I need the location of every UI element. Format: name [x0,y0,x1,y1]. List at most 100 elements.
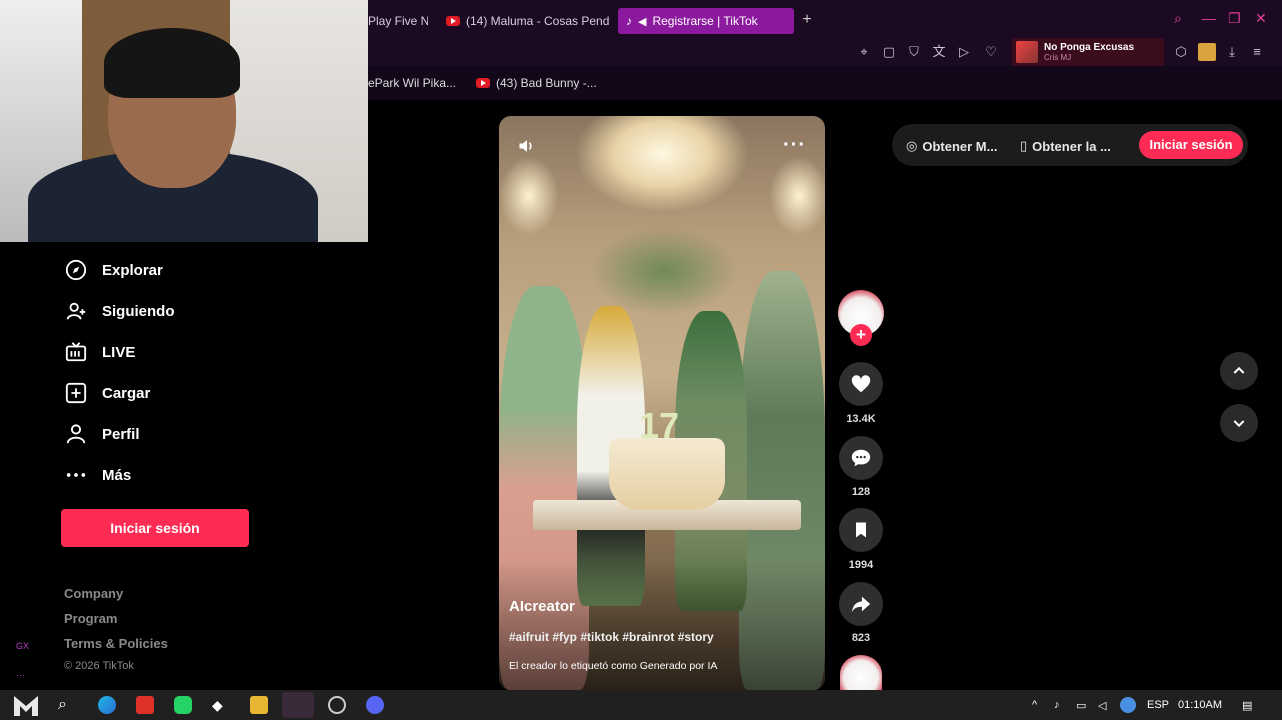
tray-chevron-up-icon[interactable]: ^ [1032,699,1037,711]
profile-avatar-icon[interactable] [1198,43,1216,61]
media-player-widget[interactable]: No Ponga Excusas Cris MJ [1012,38,1164,66]
save-count: 1994 [848,559,874,571]
tab-maluma[interactable]: (14) Maluma - Cosas Pend [438,8,610,34]
tray-app-icon[interactable] [1120,697,1136,713]
video-tree [589,226,739,316]
heart-icon [851,375,871,393]
sidebar-item-label: Explorar [102,261,163,279]
previous-video-button[interactable] [1220,352,1258,390]
tab-label: Play Five N [368,14,428,28]
comment-icon [851,449,871,467]
discord-icon[interactable] [366,696,384,714]
volume-icon[interactable] [517,136,537,156]
speaker-icon: ◀ [638,15,647,28]
sidebar-item-mas[interactable]: Más [64,463,131,487]
screen: Play Five N (14) Maluma - Cosas Pend ♪ ◀… [0,0,1282,720]
sidebar-item-explorar[interactable]: Explorar [64,258,163,282]
footer-company-link[interactable]: Company [64,586,123,601]
sidebar-login-button[interactable]: Iniciar sesión [61,509,249,547]
album-art [1016,41,1038,63]
app-circle-icon[interactable] [328,696,346,714]
sidebar-item-label: Más [102,466,132,484]
download-icon[interactable]: ⤓ [1223,43,1241,61]
translate-icon[interactable]: 文 [930,43,948,61]
heart-icon[interactable]: ♡ [982,43,1000,61]
shield-icon[interactable]: ⛉ [905,43,923,61]
search-icon[interactable]: ⌕ [1174,10,1182,27]
footer-terms-link[interactable]: Terms & Policies [64,636,168,651]
language-indicator[interactable]: ESP [1147,699,1169,711]
desktop-app-icon: ◎ [906,138,918,153]
start-logo-icon[interactable] [12,692,40,718]
video-candle-number: 17 [638,405,680,446]
whatsapp-icon[interactable] [174,696,192,714]
person-icon [64,422,88,446]
maximize-icon[interactable]: ❐ [1228,10,1241,27]
more-dots-icon [64,463,88,487]
ai-generated-label: El creador lo etiquetó como Generado por… [509,660,718,672]
sidebar-item-siguiendo[interactable]: Siguiendo [64,299,175,323]
opera-gx-icon[interactable] [282,692,314,718]
office-app-icon[interactable] [136,696,154,714]
tab-play-five[interactable]: Play Five N [360,8,428,34]
next-creator-avatar[interactable] [840,655,882,693]
screenshot-icon[interactable]: ▢ [880,43,898,61]
app-icon[interactable]: ◆ [212,696,230,714]
youtube-icon [476,78,490,88]
comment-count: 128 [851,486,871,498]
upload-plus-icon [64,381,88,405]
webcam-person-hair [104,28,240,98]
edge-browser-icon[interactable] [98,696,116,714]
clock[interactable]: 01:10AM [1178,699,1222,711]
video-hashtags[interactable]: #aifruit #fyp #tiktok #brainrot #story [509,630,714,644]
sidebar-item-live[interactable]: LIVE [64,340,135,364]
browser-side-dots: ··· [16,670,25,680]
video-chandelier-left [499,156,559,236]
share-count: 823 [851,632,871,644]
share-button[interactable] [839,582,883,626]
bookmark-parkwil[interactable]: ePark Wil Pika... [368,76,456,90]
pin-icon[interactable]: ⌖ [855,43,873,61]
send-icon[interactable]: ▷ [955,43,973,61]
like-count: 13.4K [846,413,876,425]
sidebar-item-cargar[interactable]: Cargar [64,381,150,405]
extensions-icon[interactable]: ⬡ [1172,43,1190,61]
search-icon[interactable]: ⌕ [58,696,76,714]
next-video-button[interactable] [1220,404,1258,442]
tab-tiktok-registrarse[interactable]: ♪ ◀ Registrarse | TikTok [618,8,794,34]
video-chandelier-right [769,156,825,236]
new-tab-button[interactable]: + [798,11,816,29]
get-app-button[interactable]: ◎ Obtener M... [906,138,997,154]
video-author[interactable]: AIcreator [509,598,575,615]
bookmark-icon [856,522,866,538]
comment-button[interactable] [839,436,883,480]
top-login-button[interactable]: Iniciar sesión [1139,131,1243,159]
volume-icon[interactable]: ◁ [1098,699,1106,712]
save-button[interactable] [839,508,883,552]
footer-program-link[interactable]: Program [64,611,117,626]
video-player[interactable]: 17 ··· AIcreator #aifruit #fyp #tiktok #… [499,116,825,690]
sidebar-item-perfil[interactable]: Perfil [64,422,140,446]
microphone-icon[interactable]: ♪ [1054,699,1060,711]
chevron-up-icon [1233,366,1245,374]
get-mobile-app-button[interactable]: ▯ Obtener la ... [1020,138,1111,154]
menu-icon[interactable]: ≡ [1248,43,1266,61]
bookmark-bad-bunny[interactable]: (43) Bad Bunny -... [476,76,597,90]
file-explorer-icon[interactable] [250,696,268,714]
follow-button[interactable]: + [850,324,872,346]
notifications-icon[interactable]: ▤ [1242,699,1252,712]
media-artist: Cris MJ [1044,52,1072,62]
minimize-icon[interactable]: — [1202,10,1216,26]
video-chandelier [577,116,747,211]
sidebar-item-label: LIVE [102,343,136,361]
tab-label: Registrarse | TikTok [652,14,758,28]
bookmark-label: (43) Bad Bunny -... [496,76,597,90]
chevron-down-icon [1233,420,1245,428]
more-options-icon[interactable]: ··· [783,134,806,157]
sidebar-item-label: Perfil [102,425,140,443]
network-icon[interactable]: ▭ [1076,699,1086,712]
like-button[interactable] [839,362,883,406]
youtube-icon [446,16,460,26]
bookmark-label: ePark Wil Pika... [368,76,457,90]
close-icon[interactable]: ✕ [1255,10,1267,27]
